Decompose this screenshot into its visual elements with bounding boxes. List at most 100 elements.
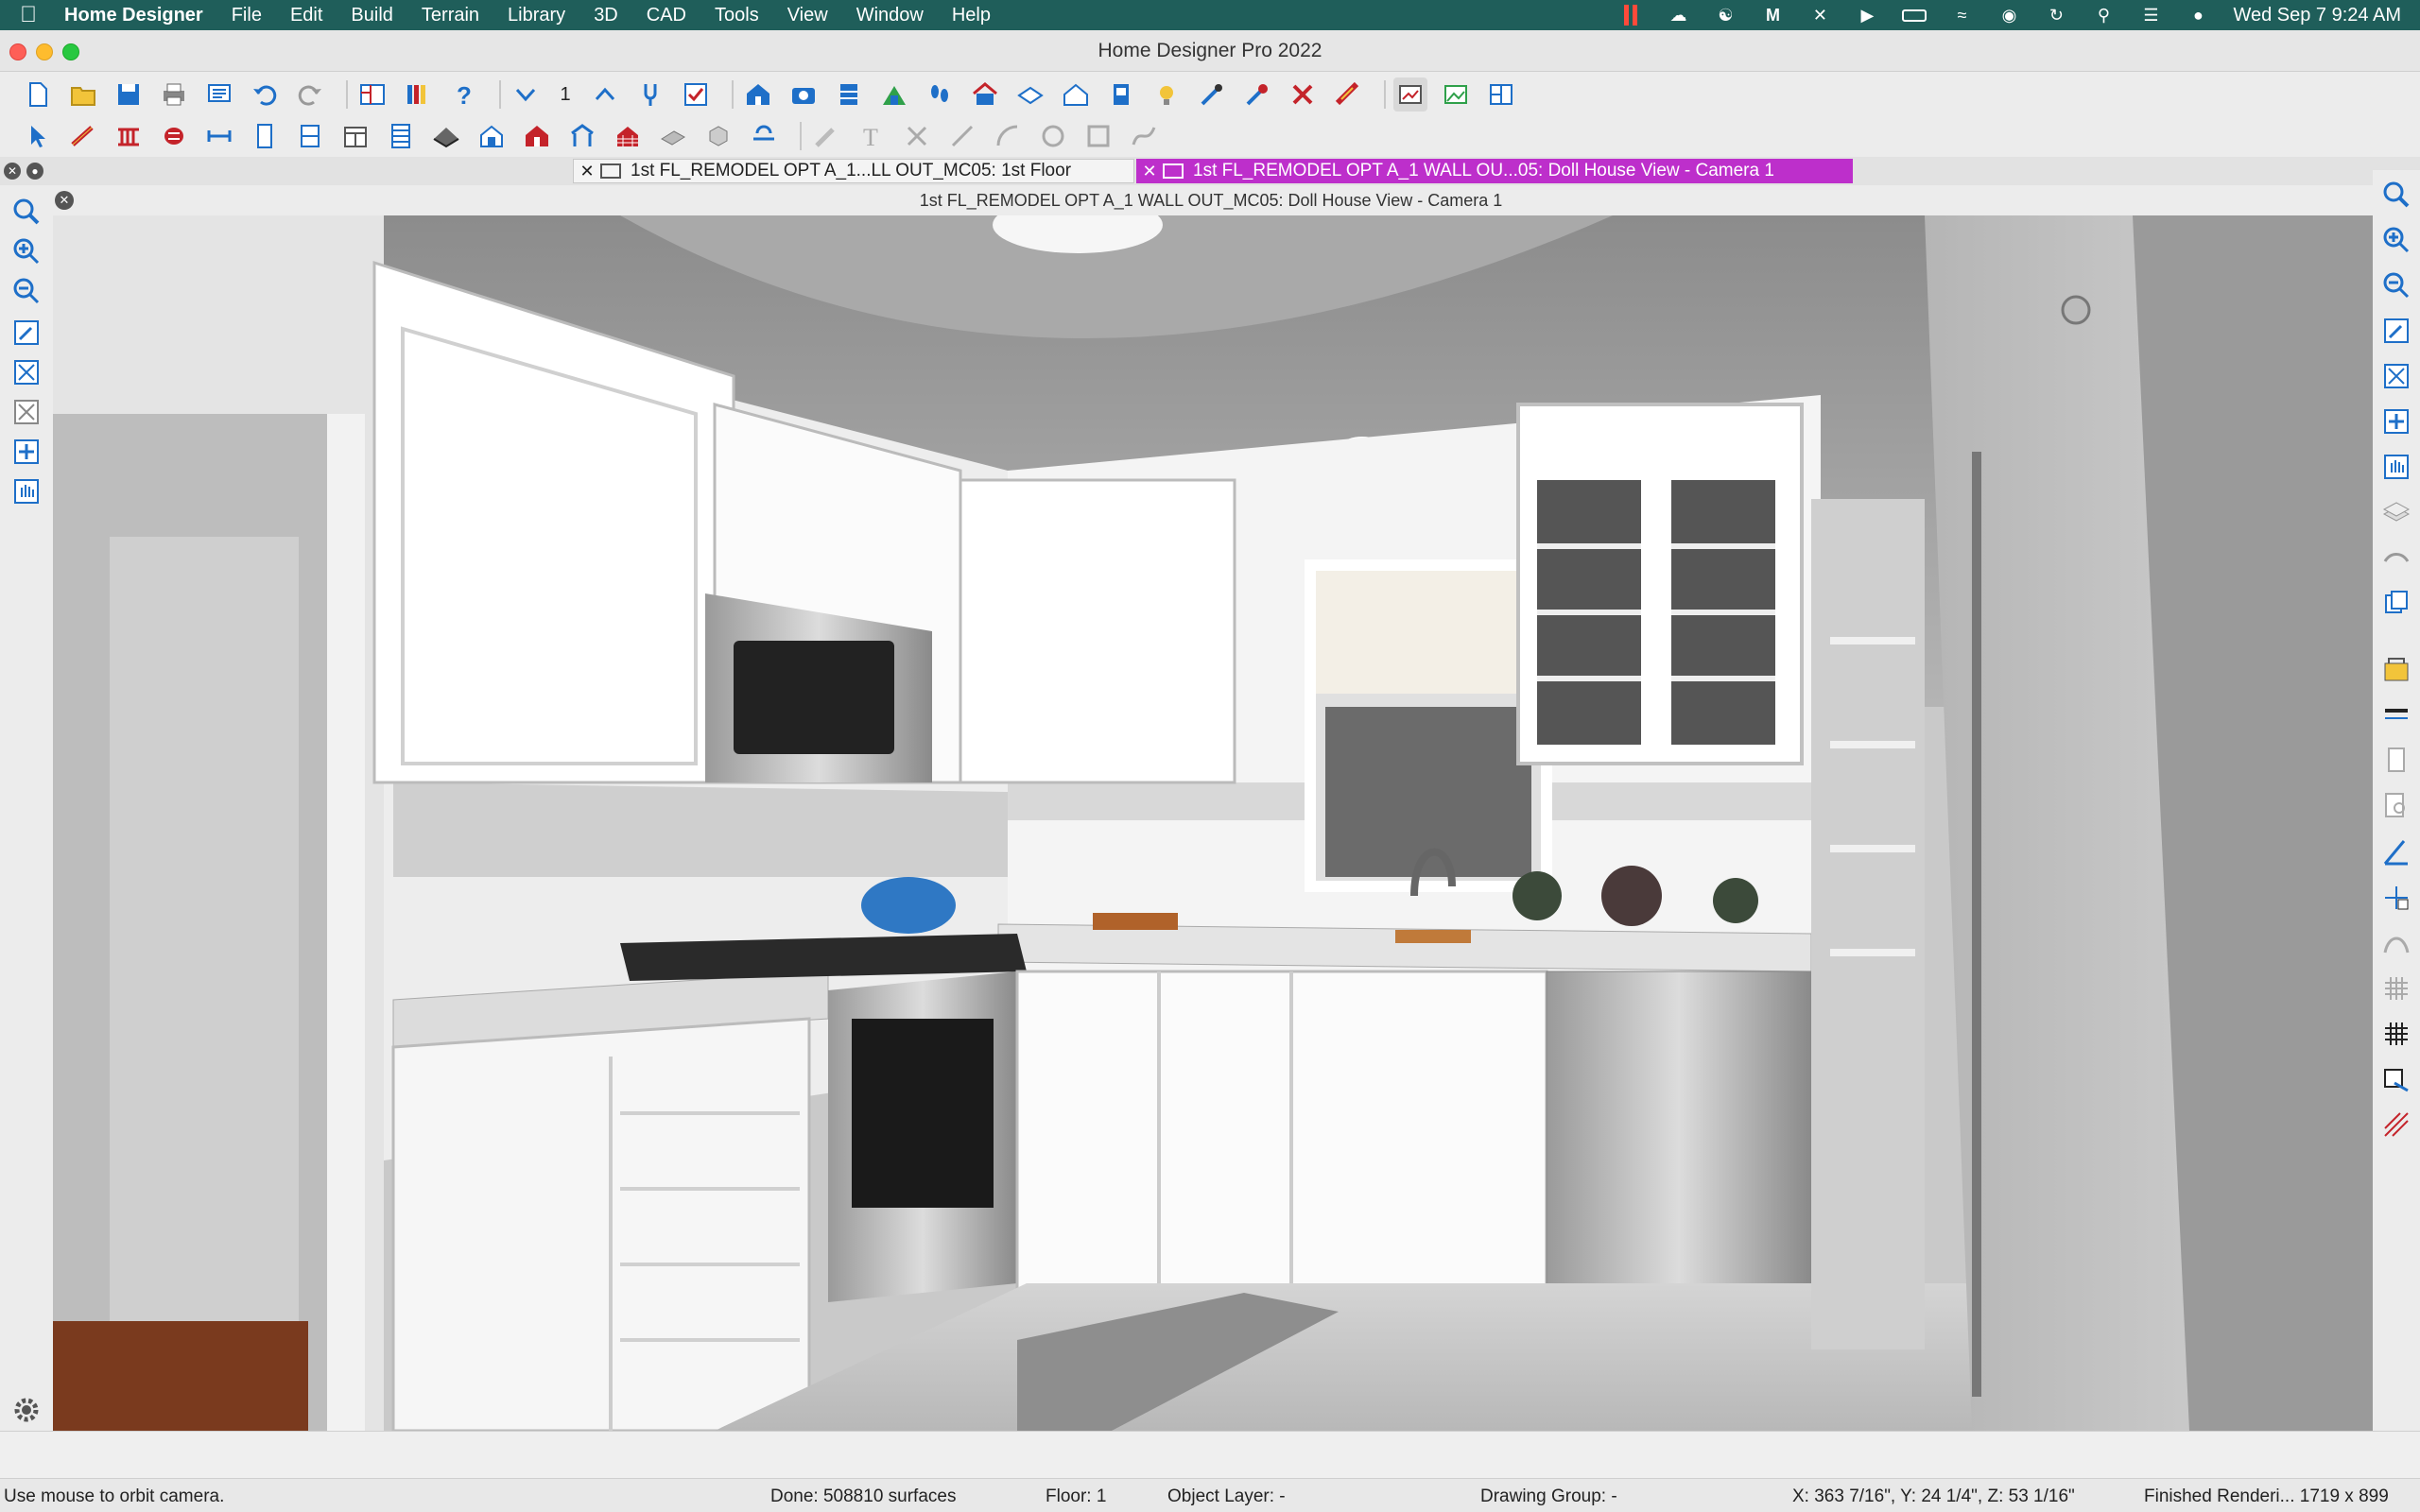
window-tool-button[interactable] (293, 119, 327, 153)
wall-type-icon[interactable] (2381, 699, 2411, 730)
screen-record-icon[interactable] (1618, 5, 1643, 26)
malwarebytes-icon[interactable]: M (1760, 5, 1785, 26)
pencil-button[interactable] (809, 119, 843, 153)
object-snap-icon[interactable] (2381, 883, 2411, 913)
tab-doll-house-view[interactable]: ✕ 1st FL_REMODEL OPT A_1 WALL OU...05: D… (1136, 159, 1853, 183)
fill-window-all-icon[interactable] (11, 437, 42, 467)
user-account-icon[interactable]: ◉ (1996, 5, 2021, 26)
exterior-view-button[interactable] (1059, 77, 1093, 112)
zoom-icon[interactable] (2381, 180, 2411, 210)
tile-windows-button[interactable] (1484, 77, 1518, 112)
railing-button[interactable] (112, 119, 146, 153)
shape-button[interactable] (701, 119, 735, 153)
redo-button[interactable] (293, 77, 327, 112)
pan-window-icon[interactable] (11, 476, 42, 507)
delete-surface-button[interactable] (1286, 77, 1320, 112)
menubar-clock[interactable]: Wed Sep 7 9:24 AM (2233, 5, 2401, 26)
draw-line-button[interactable] (945, 119, 979, 153)
menu-file[interactable]: File (217, 5, 276, 26)
doll-house-view-button[interactable] (968, 77, 1002, 112)
curve-snap-icon[interactable] (2381, 928, 2411, 958)
draw-box-button[interactable] (1081, 119, 1115, 153)
draw-spline-button[interactable] (1127, 119, 1161, 153)
floor-overview-button[interactable] (1013, 77, 1047, 112)
checklist-button[interactable] (679, 77, 713, 112)
menu-cad[interactable]: CAD (632, 5, 700, 26)
menu-terrain[interactable]: Terrain (407, 5, 493, 26)
draw-arc-button[interactable] (991, 119, 1025, 153)
new-plan-button[interactable] (21, 77, 55, 112)
bluetooth-icon[interactable]: ✕ (1807, 5, 1832, 26)
render-image-button[interactable] (1439, 77, 1473, 112)
glass-house-button[interactable] (1104, 77, 1138, 112)
layer-display-button[interactable] (633, 77, 667, 112)
material-eyedropper-button[interactable] (1195, 77, 1229, 112)
help-button[interactable]: ? (446, 77, 480, 112)
creative-cloud-icon[interactable]: ☁ (1666, 5, 1690, 26)
slab-button[interactable] (656, 119, 690, 153)
undo-zoom-icon[interactable] (11, 318, 42, 348)
undo-button[interactable] (248, 77, 282, 112)
control-center-icon[interactable]: ☰ (2138, 5, 2163, 26)
wifi-icon[interactable]: ≈ (1949, 5, 1974, 26)
deck-button[interactable] (475, 119, 509, 153)
angle-snap-icon[interactable] (2381, 837, 2411, 868)
save-button[interactable] (112, 77, 146, 112)
print-preview-button[interactable] (202, 77, 236, 112)
battery-icon[interactable] (1902, 5, 1927, 26)
copy-icon[interactable] (2381, 588, 2411, 618)
door-type-icon[interactable] (2381, 745, 2411, 775)
tab-close-icon[interactable]: ✕ (1136, 162, 1163, 181)
grid-snap-icon[interactable] (2381, 973, 2411, 1004)
fill-window-all-icon[interactable] (2381, 406, 2411, 437)
hatch-icon[interactable] (2381, 1109, 2411, 1140)
media-play-icon[interactable]: ▶ (1855, 5, 1879, 26)
layers-icon[interactable] (2381, 497, 2411, 527)
cabinet-button[interactable] (338, 119, 372, 153)
undo-zoom-icon[interactable] (2381, 316, 2411, 346)
material-painter-button[interactable] (1240, 77, 1274, 112)
view-close-icon[interactable]: ✕ (55, 191, 74, 210)
draw-wall-button[interactable] (66, 119, 100, 153)
fill-window-building-icon[interactable] (11, 397, 42, 427)
cad-block-icon[interactable] (2381, 1064, 2411, 1094)
menu-library[interactable]: Library (493, 5, 579, 26)
grid-display-icon[interactable] (2381, 1019, 2411, 1049)
pan-window-icon[interactable] (2381, 452, 2411, 482)
dimension-button[interactable] (202, 119, 236, 153)
library-object-icon[interactable] (2381, 654, 2411, 684)
kitchen-render[interactable] (53, 215, 2373, 1431)
draw-circle-button[interactable] (1036, 119, 1070, 153)
porch-button[interactable] (565, 119, 599, 153)
open-plan-button[interactable] (66, 77, 100, 112)
tab-close-icon[interactable]: ✕ (574, 162, 600, 181)
camera-button[interactable] (786, 77, 821, 112)
measure-button[interactable] (1331, 77, 1365, 112)
search-object-icon[interactable] (2381, 790, 2411, 820)
camera-view-button[interactable] (741, 77, 775, 112)
menu-window[interactable]: Window (842, 5, 938, 26)
up-one-floor-button[interactable] (588, 77, 622, 112)
app-menu[interactable]: Home Designer (57, 5, 217, 26)
door-button[interactable] (248, 119, 282, 153)
time-machine-icon[interactable]: ↻ (2044, 5, 2068, 26)
tab-1st-floor[interactable]: ✕ 1st FL_REMODEL OPT A_1...LL OUT_MC05: … (573, 159, 1134, 183)
print-button[interactable] (157, 77, 191, 112)
zoom-in-icon[interactable] (11, 236, 42, 266)
menu-edit[interactable]: Edit (276, 5, 337, 26)
doll-house-3d-view[interactable] (53, 215, 2373, 1431)
zoom-in-icon[interactable] (2381, 225, 2411, 255)
horizontal-scroll-area[interactable] (0, 1431, 2420, 1478)
menu-view[interactable]: View (773, 5, 842, 26)
zoom-icon[interactable] (11, 197, 42, 227)
build-house-button[interactable] (520, 119, 554, 153)
text-button[interactable]: T (855, 119, 889, 153)
spotlight-search-icon[interactable]: ⚲ (2091, 5, 2116, 26)
cad-x-button[interactable] (900, 119, 934, 153)
elevation-button[interactable] (832, 77, 866, 112)
walkthrough-button[interactable] (923, 77, 957, 112)
menu-build[interactable]: Build (337, 5, 406, 26)
fill-window-icon[interactable] (11, 357, 42, 387)
menu-tools[interactable]: Tools (700, 5, 773, 26)
room-tools-button[interactable] (157, 119, 191, 153)
